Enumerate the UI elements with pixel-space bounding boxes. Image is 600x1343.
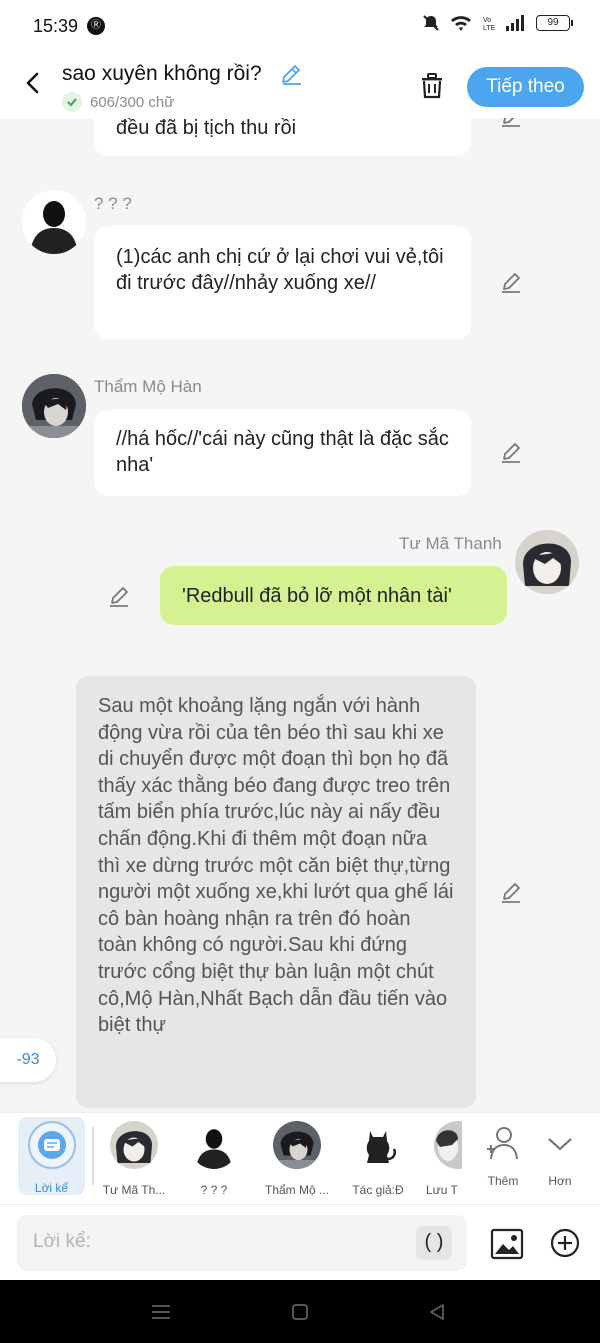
input-bar: ( ): [0, 1204, 600, 1280]
edit-message-icon[interactable]: [499, 440, 523, 464]
mute-icon: [423, 15, 439, 31]
image-icon[interactable]: [490, 1227, 524, 1261]
character-tu-ma-thanh[interactable]: Tư Mã Th...: [94, 1121, 174, 1197]
character-label: Hơn: [548, 1174, 572, 1188]
back-nav-icon[interactable]: [427, 1302, 447, 1322]
silhouette-avatar-icon: [190, 1121, 238, 1169]
silhouette-avatar-icon: [30, 201, 78, 254]
message-bubble[interactable]: 'Redbull đã bỏ lỡ một nhân tài': [160, 566, 507, 625]
character-author[interactable]: Tác giả:Đ: [338, 1121, 418, 1197]
speaker-name: Tư Mã Thanh: [399, 534, 502, 553]
back-icon[interactable]: [18, 68, 48, 98]
parentheses-button[interactable]: ( ): [416, 1226, 452, 1260]
character-unknown[interactable]: ? ? ?: [174, 1121, 254, 1197]
signal-icon: [506, 15, 524, 31]
narration-bubble[interactable]: Sau một khoảng lặng ngắn với hành động v…: [76, 676, 476, 1108]
character-label: Lời kể: [34, 1181, 69, 1195]
message-bubble[interactable]: (1)các anh chị cứ ở lại chơi vui vẻ,tôi …: [94, 226, 471, 339]
message-input[interactable]: [33, 1227, 413, 1257]
status-bar: 15:39 Ⓡ Vo LTE 99: [0, 0, 600, 52]
character-bar: Lời kể Tư Mã Th... ? ? ? Thẩm Mộ ... Tác…: [0, 1112, 600, 1204]
home-nav-icon[interactable]: [290, 1302, 310, 1322]
message-bubble[interactable]: đều đã bị tịch thu rồi: [94, 118, 471, 156]
add-person-icon: [487, 1127, 518, 1160]
speaker-name: ? ? ?: [94, 194, 132, 213]
svg-text:LTE: LTE: [483, 25, 496, 32]
edit-message-icon[interactable]: [499, 880, 523, 904]
message-input-box: ( ): [17, 1215, 467, 1271]
character-label: Tư Mã Th...: [102, 1183, 166, 1197]
anime-avatar-icon: [110, 1121, 158, 1169]
message-text: 'Redbull đã bỏ lỡ một nhân tài': [182, 585, 452, 607]
anime-avatar-icon: [434, 1121, 462, 1169]
character-luu[interactable]: Lưu T: [420, 1121, 462, 1197]
narration-text: Sau một khoảng lặng ngắn với hành động v…: [98, 695, 454, 1037]
status-time: 15:39: [33, 16, 79, 36]
anime-avatar-icon: [273, 1121, 321, 1169]
message-bubble[interactable]: //há hốc//'cái này cũng thật là đặc sắc …: [94, 410, 471, 496]
character-tham-mo-han[interactable]: Thẩm Mộ ...: [257, 1121, 337, 1197]
anime-avatar-icon: [22, 374, 86, 438]
more-button[interactable]: Hơn: [520, 1123, 600, 1188]
avatar[interactable]: [22, 190, 86, 254]
story-title: sao xuyên không rồi?: [62, 62, 262, 85]
message-text: //há hốc//'cái này cũng thật là đặc sắc …: [116, 428, 449, 476]
speaker-name: Thẩm Mộ Hàn: [94, 377, 202, 396]
volte-icon: VoLTE: [483, 17, 496, 32]
next-button[interactable]: Tiếp theo: [467, 67, 584, 107]
svg-text:Vo: Vo: [483, 17, 491, 24]
cat-avatar-icon: [354, 1121, 402, 1169]
message-text: (1)các anh chị cứ ở lại chơi vui vẻ,tôi …: [116, 246, 444, 294]
app-notification-icon: Ⓡ: [87, 17, 105, 35]
check-icon: [62, 92, 82, 112]
status-icons: Vo LTE 99: [422, 14, 573, 32]
word-count: 606/300 chữ: [62, 92, 174, 112]
message-text: đều đã bị tịch thu rồi: [116, 118, 297, 139]
character-label: Thẩm Mộ ...: [264, 1183, 329, 1197]
pencil-icon[interactable]: [279, 62, 303, 86]
counter-badge[interactable]: -93: [0, 1038, 56, 1082]
chevron-down-icon: [548, 1138, 572, 1151]
avatar[interactable]: [22, 374, 86, 438]
avatar[interactable]: [515, 530, 579, 594]
edit-message-icon[interactable]: [499, 118, 523, 128]
battery-icon: 99: [536, 15, 573, 31]
word-count-text: 606/300 chữ: [90, 93, 175, 111]
menu-nav-icon[interactable]: [150, 1302, 172, 1322]
edit-message-icon[interactable]: [107, 584, 131, 608]
narrator-icon: [27, 1121, 76, 1169]
chat-area[interactable]: đều đã bị tịch thu rồi ? ? ? (1)các anh …: [0, 118, 600, 1112]
wifi-icon: [451, 16, 471, 31]
anime-avatar-icon: [515, 530, 579, 594]
trash-icon[interactable]: [417, 70, 447, 100]
character-label: ? ? ?: [200, 1183, 228, 1197]
add-icon[interactable]: [549, 1227, 581, 1259]
character-label: Lưu T: [426, 1183, 458, 1197]
character-narrator[interactable]: Lời kể: [18, 1117, 85, 1195]
system-nav-bar: [0, 1280, 600, 1343]
story-header: sao xuyên không rồi? 606/300 chữ Tiếp th…: [0, 52, 600, 118]
edit-message-icon[interactable]: [499, 270, 523, 294]
character-label: Tác giả:Đ: [352, 1183, 404, 1197]
